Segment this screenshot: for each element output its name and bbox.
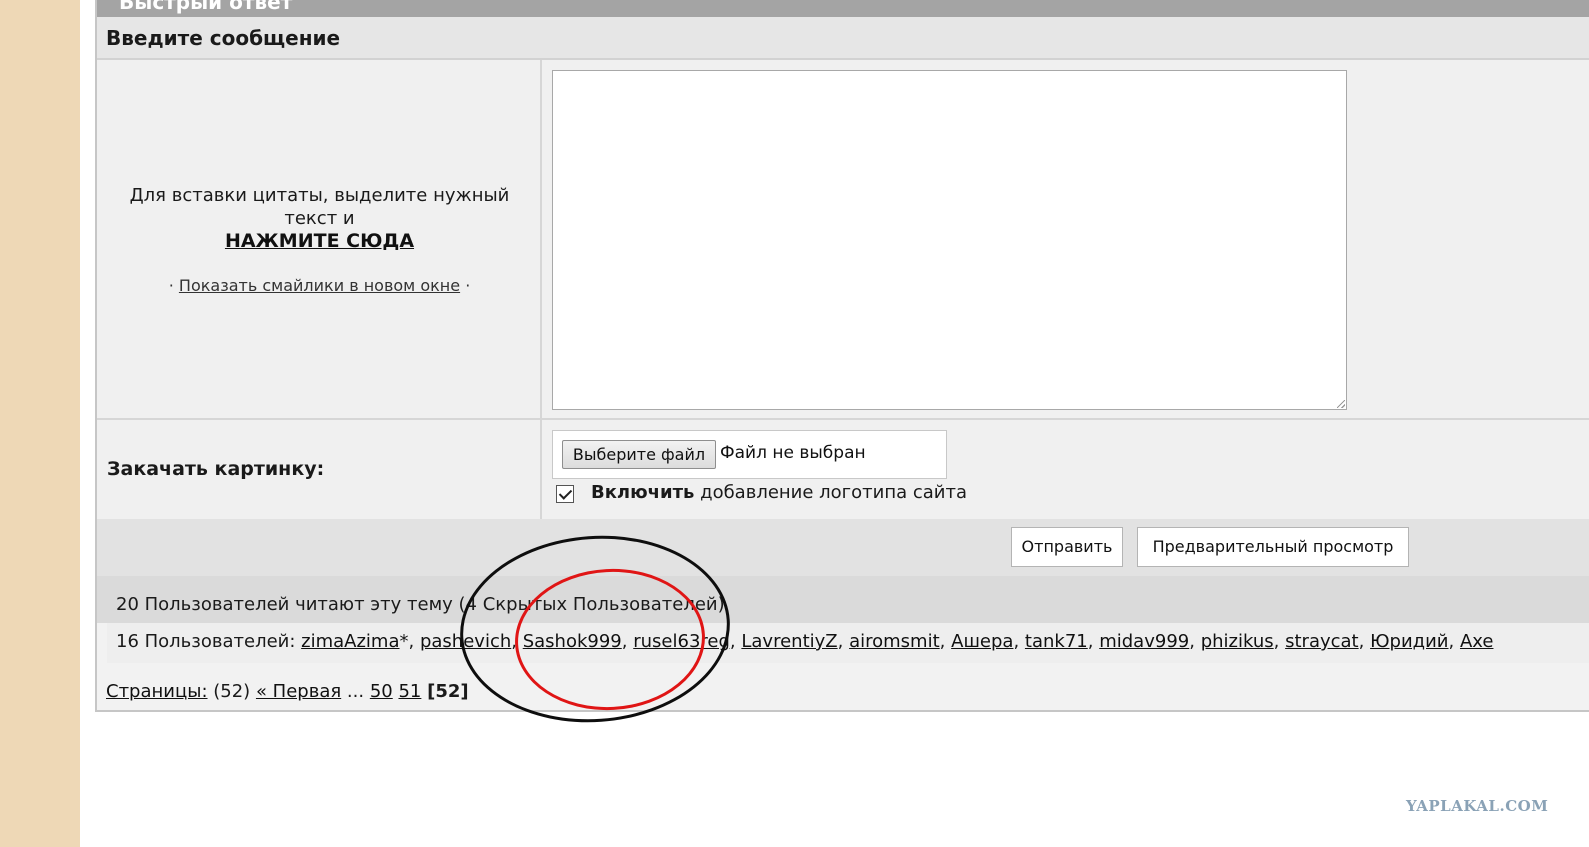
user-link[interactable]: midav999 — [1099, 631, 1189, 652]
user-link[interactable]: phizikus — [1201, 631, 1274, 652]
smileys-bullet-left: · — [168, 276, 174, 295]
file-input: Выберите файл Файл не выбран — [552, 430, 947, 479]
user-separator: , — [729, 631, 736, 652]
site-watermark: YAPLAKAL.COM — [1406, 797, 1549, 815]
user-link[interactable]: straycat — [1285, 631, 1359, 652]
pagination-page-link[interactable]: 51 — [398, 681, 421, 702]
user-link[interactable]: tank71 — [1025, 631, 1088, 652]
users-prefix: 16 Пользователей: — [116, 631, 296, 652]
message-header-row: Введите сообщение — [97, 17, 1589, 60]
user-separator: , — [1358, 631, 1365, 652]
upload-controls-cell: Выберите файл Файл не выбран Включить до… — [542, 420, 1589, 519]
user-separator: , — [1273, 631, 1280, 652]
preview-button[interactable]: Предварительный просмотр — [1137, 527, 1409, 567]
quick-reply-title: Быстрый ответ — [119, 0, 293, 14]
logo-checkbox-label-bold: Включить — [591, 482, 695, 503]
quote-insert-link-wrap: НАЖМИТЕ СЮДА — [117, 230, 522, 252]
smileys-bullet-right: · — [465, 276, 471, 295]
file-status-text: Файл не выбран — [720, 443, 866, 463]
quick-reply-panel: Быстрый ответ Введите сообщение Для вста… — [95, 0, 1589, 712]
user-separator: , — [408, 631, 415, 652]
pagination-current-page: [52] — [427, 681, 469, 702]
pagination: Страницы: (52) « Первая ... 50 51 [52] — [106, 681, 469, 702]
readers-row: 20 Пользователей читают эту тему (4 Скры… — [97, 576, 1589, 623]
user-link[interactable]: airomsmit — [849, 631, 940, 652]
message-input-cell — [542, 60, 1589, 420]
pagination-row: Страницы: (52) « Первая ... 50 51 [52] — [97, 663, 1589, 710]
logo-checkbox-label: Включить добавление логотипа сайта — [591, 482, 967, 503]
quick-reply-title-bar: Быстрый ответ — [97, 0, 1589, 17]
user-separator: , — [939, 631, 946, 652]
pagination-count: (52) — [213, 681, 251, 702]
left-side-strip — [0, 0, 80, 847]
pagination-first-link[interactable]: « Первая — [256, 681, 341, 702]
user-link[interactable]: Юридий — [1370, 631, 1448, 652]
message-textarea[interactable] — [552, 70, 1347, 410]
submit-button[interactable]: Отправить — [1011, 527, 1123, 567]
quote-help-cell: Для вставки цитаты, выделите нужный текс… — [97, 60, 542, 420]
user-separator: , — [1087, 631, 1094, 652]
user-separator: , — [1448, 631, 1455, 652]
show-smileys-link[interactable]: Показать смайлики в новом окне — [179, 276, 460, 295]
user-link[interactable]: zimaAzima — [301, 631, 399, 652]
quote-hint-text: Для вставки цитаты, выделите нужный текс… — [129, 185, 510, 229]
pagination-page-link[interactable]: 50 — [370, 681, 393, 702]
smileys-row: · Показать смайлики в новом окне · — [117, 276, 522, 295]
pagination-ellipsis: ... — [346, 681, 365, 702]
user-separator: , — [1013, 631, 1020, 652]
user-separator: , — [1189, 631, 1195, 652]
upload-image-label: Закачать картинку: — [107, 458, 325, 480]
choose-file-button[interactable]: Выберите файл — [562, 440, 716, 469]
message-header-title: Введите сообщение — [106, 26, 341, 50]
upload-label-cell: Закачать картинку: — [97, 420, 542, 519]
user-link[interactable]: Ашера — [951, 631, 1013, 652]
user-link[interactable]: Axe — [1460, 631, 1494, 652]
readers-users-row: 16 Пользователей: zimaAzima*, pashevich,… — [107, 623, 1589, 663]
user-marker: * — [399, 631, 409, 652]
quote-insert-link[interactable]: НАЖМИТЕ СЮДА — [225, 230, 414, 252]
user-link[interactable]: LavrentiyZ — [741, 631, 837, 652]
logo-checkbox-label-rest: добавление логотипа сайта — [694, 482, 967, 503]
textarea-resize-handle[interactable] — [1337, 400, 1345, 408]
pagination-label-link[interactable]: Страницы: — [106, 681, 208, 702]
user-separator: , — [837, 631, 844, 652]
form-actions-row: Отправить Предварительный просмотр — [97, 519, 1589, 576]
logo-checkbox[interactable] — [556, 485, 574, 503]
users-line: 16 Пользователей: zimaAzima*, pashevich,… — [116, 631, 1493, 652]
